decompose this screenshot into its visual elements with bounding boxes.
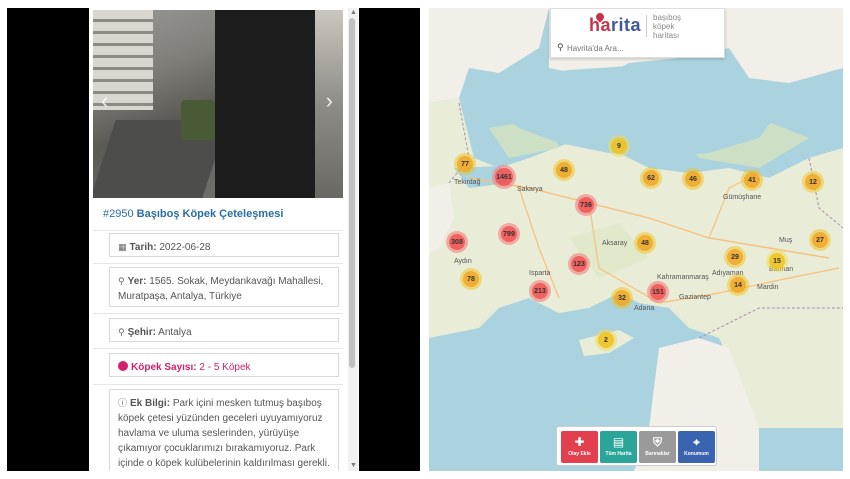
map-marker-icon: ⚲ (118, 327, 125, 337)
chevron-left-icon[interactable]: ‹ (101, 90, 108, 112)
marker-cluster[interactable]: 32 (611, 287, 633, 309)
search-icon: ⚲ (557, 42, 564, 52)
marker-cluster[interactable]: 12 (802, 171, 824, 193)
marker-cluster[interactable]: 48 (553, 159, 575, 181)
marker-cluster[interactable]: 46 (682, 168, 704, 190)
report-photo[interactable]: ‹ › (93, 10, 343, 198)
scrollbar-thumb[interactable] (349, 18, 355, 368)
marker-cluster[interactable]: 799 (498, 223, 520, 245)
marker-cluster[interactable]: 15 (766, 250, 788, 272)
dog-count-value: 2 - 5 Köpek (199, 362, 251, 373)
divider (93, 263, 343, 264)
search-input[interactable] (567, 41, 717, 55)
city-field: ⚲ Şehir: Antalya (109, 318, 339, 342)
place-label: Adana (634, 305, 655, 312)
extra-info-field: ⓘ Ek Bilgi: Park içini mesken tutmuş başı… (109, 389, 339, 471)
photo-dark-band (215, 10, 315, 198)
shield-icon: ⛨ (652, 435, 662, 449)
divider (93, 384, 343, 385)
marker-cluster[interactable]: 308 (446, 231, 468, 253)
city-value: Antalya (158, 327, 192, 338)
panel-scrollbar[interactable]: ▲ ▼ (348, 8, 358, 471)
marker-cluster[interactable]: 62 (640, 167, 662, 189)
map-toolbar: ✚ Olay Ekle ▤ Tüm Harita ⛨ Barınaklar ⌖ … (556, 426, 717, 466)
my-location-button[interactable]: ⌖ Konumum (678, 431, 715, 463)
place-label: Aydın (454, 258, 472, 265)
marker-cluster[interactable]: 9 (608, 135, 630, 157)
marker-cluster[interactable]: 151 (647, 281, 669, 303)
full-map-button[interactable]: ▤ Tüm Harita (600, 431, 637, 463)
dog-count-icon (118, 361, 128, 371)
map-icon: ▤ (612, 435, 625, 449)
scroll-down-icon[interactable]: ▼ (350, 462, 357, 470)
location-field: ⚲ Yer: 1565. Sokak, Meydankavağı Mahalles… (109, 267, 339, 307)
marker-cluster[interactable]: 41 (741, 169, 763, 191)
marker-cluster[interactable]: 1461 (492, 165, 516, 189)
marker-cluster[interactable]: 213 (529, 280, 551, 302)
marker-cluster[interactable]: 29 (724, 246, 746, 268)
divider (93, 230, 343, 231)
logo-search-card: harita başıboş köpek haritası ⚲ (550, 8, 725, 58)
marker-cluster[interactable]: 123 (568, 253, 590, 275)
date-field: ▦ Tarih: 2022-06-28 (109, 233, 339, 257)
marker-cluster[interactable]: 736 (575, 194, 597, 216)
dog-count-field: Köpek Sayısı: 2 - 5 Köpek (109, 353, 339, 377)
place-label: Mardin (757, 284, 779, 291)
place-label: Sakarya (517, 186, 543, 193)
marker-cluster[interactable]: 2 (595, 329, 617, 351)
map-marker-icon: ⚲ (118, 276, 125, 286)
place-label: Gaziantep (679, 294, 711, 301)
map-view[interactable]: Tekirdağ Sakarya Aksaray Isparta Aydın K… (429, 8, 843, 471)
place-label: Tekirdağ (454, 179, 481, 186)
marker-cluster[interactable]: 78 (460, 268, 482, 290)
scroll-up-icon[interactable]: ▲ (350, 9, 357, 17)
info-circle-icon: ⓘ (118, 398, 128, 408)
location-value: 1565. Sokak, Meydankavağı Mahallesi, Mur… (118, 276, 324, 302)
report-panel-backdrop: ‹ › #2950 Başıboş Köpek Çeteleşmesi ▦ Tar… (7, 8, 420, 471)
app-window: ‹ › #2950 Başıboş Köpek Çeteleşmesi ▦ Tar… (0, 0, 850, 479)
crosshair-icon: ⌖ (693, 435, 700, 449)
logo-tagline: başıboş köpek haritası (653, 13, 682, 40)
place-label: Aksaray (602, 240, 628, 247)
add-incident-button[interactable]: ✚ Olay Ekle (561, 431, 598, 463)
chevron-right-icon[interactable]: › (326, 90, 333, 112)
divider (93, 313, 343, 314)
place-label: Gümüşhane (723, 194, 762, 201)
shelters-button[interactable]: ⛨ Barınaklar (639, 431, 676, 463)
search-bar: ⚲ (555, 41, 720, 55)
place-label: Muş (779, 237, 793, 244)
marker-cluster[interactable]: 77 (454, 153, 476, 175)
calendar-icon: ▦ (118, 242, 127, 252)
place-label: Kahramanmaraş (657, 274, 709, 281)
map-marker-plus-icon: ✚ (574, 435, 585, 449)
place-label: Isparta (529, 270, 551, 277)
logo-divider (646, 15, 647, 37)
report-title-text: Başıboş Köpek Çeteleşmesi (136, 208, 284, 220)
marker-cluster[interactable]: 27 (809, 229, 831, 251)
report-title[interactable]: #2950 Başıboş Köpek Çeteleşmesi (103, 208, 283, 220)
report-number: #2950 (103, 208, 134, 220)
marker-cluster[interactable]: 14 (727, 274, 749, 296)
date-value: 2022-06-28 (159, 242, 211, 253)
marker-cluster[interactable]: 48 (634, 232, 656, 254)
photo-hedge (181, 100, 215, 140)
report-detail-panel: ‹ › #2950 Başıboş Köpek Çeteleşmesi ▦ Tar… (89, 8, 359, 471)
divider (93, 348, 343, 349)
